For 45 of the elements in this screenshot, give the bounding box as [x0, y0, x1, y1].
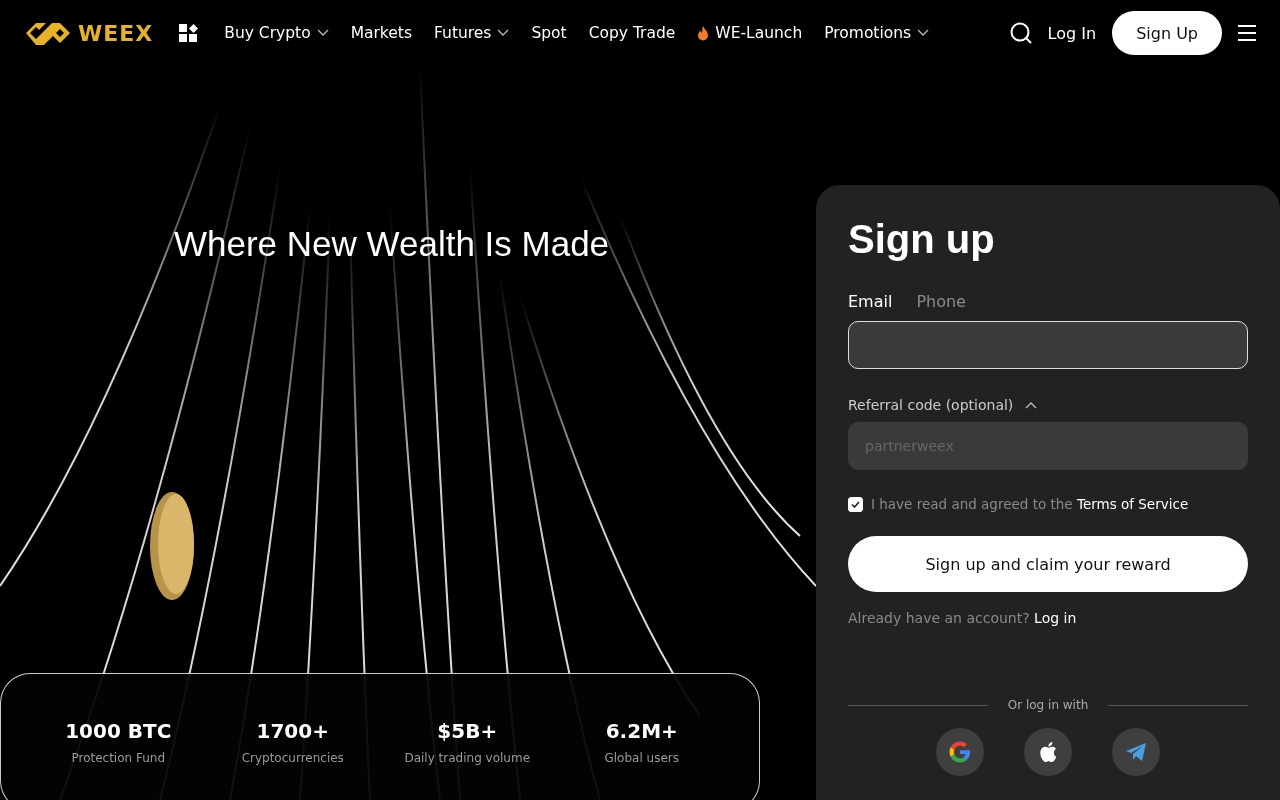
flame-icon [697, 25, 710, 41]
chevron-icon [917, 29, 930, 37]
google-icon [948, 740, 972, 764]
chevron-icon [497, 29, 510, 37]
stat-value: 6.2M+ [605, 719, 678, 743]
login-link[interactable]: Log in [1034, 610, 1077, 626]
nav-link[interactable]: Spot [531, 24, 567, 42]
apple-icon [1038, 741, 1058, 763]
divider-text: Or log in with [1007, 698, 1089, 712]
nav-link[interactable]: Buy Crypto [224, 24, 329, 42]
login-link[interactable]: Log In [1047, 23, 1097, 43]
stat-label: Global users [604, 751, 679, 765]
hero-title: Where New Wealth Is Made [174, 224, 611, 264]
nav-link[interactable]: Copy Trade [588, 24, 676, 42]
checkmark-icon [851, 500, 860, 508]
stat-value: 1000 BTC [65, 719, 172, 743]
stat-label: Daily trading volume [404, 751, 531, 765]
email-field[interactable] [848, 321, 1248, 369]
agree-text: I have read and agreed to the Terms of Service [871, 496, 1189, 512]
chevron-icon [1025, 401, 1038, 409]
account-text: Already have an account? Log in [848, 610, 1078, 626]
stat-label: Cryptocurrencies [241, 751, 344, 765]
nav-link[interactable]: WE-Launch [697, 24, 803, 42]
stat-value: $5B+ [437, 719, 498, 743]
social-login-button[interactable] [1024, 728, 1072, 776]
menu-icon[interactable] [1238, 25, 1256, 41]
nav-link[interactable]: Markets [350, 24, 412, 42]
paper-plane-icon [1125, 742, 1147, 762]
form-title: Sign up [848, 217, 996, 262]
apps-grid-icon[interactable] [179, 23, 199, 43]
terms-link[interactable]: Terms of Service [1076, 496, 1189, 512]
nav-link[interactable]: Promotions [824, 24, 930, 42]
logo-text: WEEX [78, 20, 154, 46]
stat-label: Protection Fund [71, 751, 166, 765]
agree-checkbox[interactable] [848, 496, 863, 512]
chevron-icon [316, 29, 329, 37]
submit-button[interactable]: Sign up and claim your reward [848, 536, 1248, 592]
nav-link[interactable]: Futures [434, 24, 510, 42]
search-icon[interactable] [1009, 22, 1032, 44]
signup-button[interactable]: Sign Up [1112, 11, 1222, 55]
stat-value: 1700+ [256, 719, 329, 743]
logo-icon [24, 20, 72, 46]
referral-toggle[interactable]: Referral code (optional) [848, 397, 1038, 413]
form-tab[interactable]: Phone [916, 292, 966, 311]
form-tab[interactable]: Email [848, 292, 893, 311]
